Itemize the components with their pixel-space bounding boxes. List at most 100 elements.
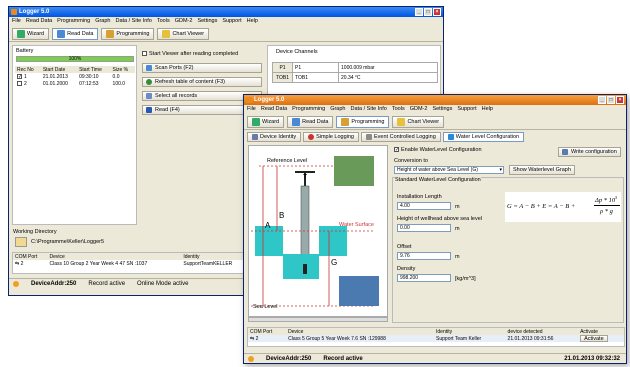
records-panel: Battery 100% Rec No Start Date Start Tim… [12, 45, 137, 225]
offset-unit: m [455, 254, 460, 260]
status-icon [248, 355, 254, 362]
conversion-label: Conversion to [394, 158, 428, 164]
conversion-select[interactable]: Height of water above Sea Level (G) ▾ [394, 166, 504, 174]
col-com-port[interactable]: COM Port [248, 328, 286, 335]
write-label: Write configuration [571, 149, 617, 155]
col-device[interactable]: Device [48, 253, 182, 260]
wellhead-input[interactable]: 0.00 [397, 224, 451, 232]
checkbox[interactable] [17, 80, 22, 86]
menu-data-site-info[interactable]: Data / Site Info [115, 17, 151, 26]
menu-tools[interactable]: Tools [392, 105, 405, 114]
menu-settings[interactable]: Settings [432, 105, 452, 114]
menu-file[interactable]: File [12, 17, 21, 26]
menu-support[interactable]: Support [457, 105, 476, 114]
refresh-button[interactable]: Refresh table of content (F3) [142, 77, 262, 87]
col-size[interactable]: Size % [111, 66, 135, 73]
wizard-icon [252, 118, 260, 126]
chart-viewer-label: Chart Viewer [407, 119, 440, 125]
minimize-icon[interactable]: _ [598, 96, 606, 104]
enable-checkbox[interactable]: ✓ [394, 147, 399, 153]
close-icon[interactable]: × [616, 96, 624, 104]
menu-gdm2[interactable]: GDM-2 [175, 17, 193, 26]
table-row[interactable]: ✓ 1 21.01.2013 09:30:10 0.0 [15, 73, 135, 80]
activate-button[interactable]: Activate [580, 335, 608, 342]
show-graph-button[interactable]: Show Waterlevel Graph [509, 165, 575, 175]
start-viewer-option[interactable]: Start Viewer after reading completed [142, 49, 262, 59]
water-level-diagram: Reference Level Water Surface Sea Level … [248, 145, 388, 317]
enable-label: Enable WaterLevel Configuration [401, 147, 482, 153]
minimize-icon[interactable]: _ [415, 8, 423, 16]
menu-graph[interactable]: Graph [330, 105, 345, 114]
write-config-button[interactable]: Write configuration [558, 147, 621, 157]
density-input[interactable]: 998.200 [397, 274, 451, 282]
menu-file[interactable]: File [247, 105, 256, 114]
table-row[interactable]: ⇆ 2 Class 10 Group 2 Year Week 4 47 SN :… [13, 260, 251, 267]
col-device[interactable]: Device [286, 328, 434, 335]
offset-input[interactable]: 9.76 [397, 252, 451, 260]
status-online: Online Mode active [137, 280, 189, 287]
menu-programming[interactable]: Programming [292, 105, 325, 114]
tab-device-identity[interactable]: Device Identity [247, 132, 302, 142]
install-length-input[interactable]: 4.00 [397, 202, 451, 210]
chart-viewer-button[interactable]: Chart Viewer [392, 116, 445, 128]
col-start-time[interactable]: Start Time [77, 66, 110, 73]
water-surface-label: Water Surface [339, 222, 374, 228]
checkbox[interactable]: ✓ [17, 73, 22, 79]
maximize-icon[interactable]: □ [424, 8, 432, 16]
enable-option[interactable]: ✓ Enable WaterLevel Configuration [394, 147, 482, 153]
read-data-button[interactable]: Read Data [287, 116, 334, 128]
water-bottom [283, 254, 319, 279]
channel-value: 1000.009 mbar [338, 62, 438, 73]
programming-button[interactable]: Programming [101, 28, 155, 40]
table-row[interactable]: ⇆ 2 Class 5 Group 5 Year Week 7.6 SN :12… [248, 335, 624, 342]
offset-label: Offset [397, 244, 412, 250]
col-rec-no[interactable]: Rec No [15, 66, 41, 73]
diagram-scrollbar[interactable] [248, 317, 388, 322]
menu-read-data[interactable]: Read Data [26, 17, 52, 26]
col-detected[interactable]: device detected [506, 328, 579, 335]
tab-label: Water Level Configuration [455, 134, 520, 140]
working-dir-label: Working Directory [13, 229, 57, 235]
menu-support[interactable]: Support [222, 17, 241, 26]
table-row[interactable]: 2 01.01.2000 07:12:53 100.0 [15, 80, 135, 87]
tab-water-level[interactable]: Water Level Configuration [442, 132, 525, 142]
col-activate[interactable]: Activate [578, 328, 624, 335]
tab-event-logging[interactable]: Event Controlled Logging [361, 132, 441, 142]
wizard-button[interactable]: Wizard [12, 28, 50, 40]
install-unit: m [455, 204, 460, 210]
maximize-icon[interactable]: □ [607, 96, 615, 104]
menu-help[interactable]: Help [482, 105, 493, 114]
sea-level-label: Sea Level [253, 304, 278, 310]
battery-bar: 100% [16, 56, 134, 62]
scan-ports-button[interactable]: Scan Ports (F2) [142, 63, 262, 73]
front-ports-header: COM Port Device Identity device detected… [248, 328, 624, 335]
read-data-button[interactable]: Read Data [52, 28, 99, 40]
menu-settings[interactable]: Settings [197, 17, 217, 26]
menu-graph[interactable]: Graph [95, 17, 110, 26]
menu-tools[interactable]: Tools [157, 17, 170, 26]
table-cell: ✓ 1 [17, 73, 27, 80]
table-cell: 09:30:10 [79, 73, 99, 80]
water-left [255, 226, 283, 256]
menu-help[interactable]: Help [247, 17, 258, 26]
chart-viewer-button[interactable]: Chart Viewer [157, 28, 210, 40]
tab-simple-logging[interactable]: Simple Logging [303, 132, 359, 142]
diagram-svg [251, 156, 379, 307]
menu-read-data[interactable]: Read Data [261, 105, 287, 114]
programming-button[interactable]: Programming [336, 116, 390, 128]
table-cell: Support Team Keller [436, 335, 482, 342]
start-viewer-checkbox[interactable] [142, 51, 147, 57]
col-com-port[interactable]: COM Port [13, 253, 48, 260]
wizard-button[interactable]: Wizard [247, 116, 285, 128]
menu-programming[interactable]: Programming [57, 17, 90, 26]
col-identity[interactable]: Identity [434, 328, 506, 335]
close-icon[interactable]: × [433, 8, 441, 16]
menu-gdm2[interactable]: GDM-2 [410, 105, 428, 114]
col-start-date[interactable]: Start Date [41, 66, 77, 73]
read-label: Read (F4) [155, 107, 180, 113]
menu-data-site-info[interactable]: Data / Site Info [350, 105, 386, 114]
folder-button[interactable] [15, 237, 27, 247]
table-cell: Activate [578, 335, 624, 342]
col-identity[interactable]: Identity [181, 253, 251, 260]
front-titlebar: Logger 5.0 _ □ × [244, 95, 626, 105]
